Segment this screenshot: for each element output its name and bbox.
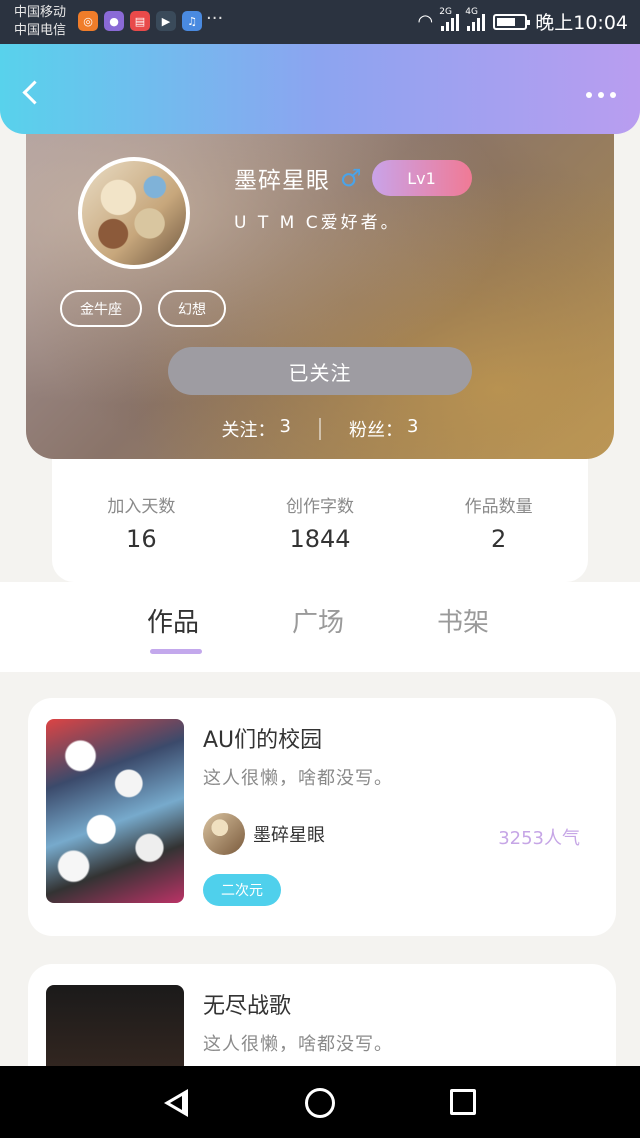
signal-icon-4g: 4G bbox=[465, 7, 486, 31]
fans-count: 3 bbox=[407, 416, 419, 437]
following-count: 3 bbox=[279, 416, 291, 437]
reader-app-icon: ▤ bbox=[130, 11, 150, 31]
follow-button[interactable]: 已关注 bbox=[168, 347, 472, 395]
work-description: 这人很懒，啥都没写。 bbox=[203, 1034, 393, 1055]
author-name[interactable]: 墨碎星眼 bbox=[253, 821, 325, 847]
tag-zodiac[interactable]: 金牛座 bbox=[60, 290, 142, 327]
tab-works[interactable]: 作品 bbox=[147, 602, 199, 639]
following-stat[interactable]: 关注： 3 bbox=[222, 416, 291, 442]
carrier-2: 中国电信 bbox=[14, 23, 67, 38]
carrier-info: 中国移动 中国电信 bbox=[14, 4, 66, 40]
genre-tag[interactable]: 二次元 bbox=[203, 874, 281, 906]
profile-page: 中国移动 中国电信 ◎ ● ▤ ▶ ♫ ··· ◠ 2G 4G 晚上10:04 bbox=[0, 0, 640, 1138]
net-type-4g: 4G bbox=[465, 6, 478, 17]
tab-square[interactable]: 广场 bbox=[292, 602, 344, 639]
profile-hero: 墨碎星眼 ♂ Lv1 U T M C爱好者。 金牛座 幻想 已关注 关注： 3 … bbox=[26, 110, 614, 459]
more-notifications-icon: ··· bbox=[206, 8, 224, 29]
browser-app-icon: ◎ bbox=[78, 11, 98, 31]
active-tab-indicator bbox=[150, 649, 202, 654]
work-cover-image[interactable] bbox=[46, 719, 184, 903]
name-row: 墨碎星眼 ♂ Lv1 bbox=[234, 160, 472, 196]
avatar[interactable] bbox=[78, 157, 190, 269]
notification-icons: ◎ ● ▤ ▶ ♫ bbox=[78, 11, 202, 31]
username: 墨碎星眼 bbox=[234, 168, 330, 194]
back-arrow-icon[interactable] bbox=[20, 80, 46, 106]
stat-works-count: 作品数量 2 bbox=[419, 492, 579, 582]
fans-label: 粉丝： bbox=[349, 420, 403, 441]
stat-label: 加入天数 bbox=[107, 497, 176, 517]
following-label: 关注： bbox=[221, 420, 276, 441]
author-row: 墨碎星眼 bbox=[203, 813, 325, 855]
status-indicators: ◠ 2G 4G 晚上10:04 bbox=[417, 7, 628, 35]
fans-stat[interactable]: 粉丝： 3 bbox=[349, 416, 418, 442]
wifi-icon: ◠ bbox=[417, 11, 434, 32]
author-avatar[interactable] bbox=[203, 813, 245, 855]
nav-back-icon[interactable] bbox=[164, 1089, 192, 1117]
level-badge: Lv1 bbox=[371, 160, 472, 196]
clock: 晚上10:04 bbox=[535, 12, 628, 34]
work-description: 这人很懒，啥都没写。 bbox=[203, 768, 393, 789]
tabs-bar: 作品 广场 书架 bbox=[0, 582, 640, 672]
stat-label: 作品数量 bbox=[464, 497, 533, 517]
follow-stats: 关注： 3 粉丝： 3 bbox=[26, 416, 614, 442]
stat-label: 创作字数 bbox=[285, 497, 354, 517]
signal-icon-2g: 2G bbox=[439, 7, 460, 31]
nav-recents-icon[interactable] bbox=[450, 1089, 476, 1115]
more-options-icon[interactable] bbox=[586, 92, 616, 98]
stat-word-count: 创作字数 1844 bbox=[240, 492, 400, 582]
stat-value: 1844 bbox=[289, 525, 351, 553]
stat-value: 16 bbox=[126, 525, 157, 553]
work-title[interactable]: AU们的校园 bbox=[203, 722, 322, 754]
tag-fantasy[interactable]: 幻想 bbox=[158, 290, 226, 327]
music-app-icon: ♫ bbox=[182, 11, 202, 31]
stat-value: 2 bbox=[491, 525, 507, 553]
net-type-2g: 2G bbox=[439, 6, 452, 17]
status-bar: 中国移动 中国电信 ◎ ● ▤ ▶ ♫ ··· ◠ 2G 4G 晚上10:04 bbox=[0, 0, 640, 44]
profile-tags: 金牛座 幻想 bbox=[60, 290, 226, 327]
tab-bookshelf[interactable]: 书架 bbox=[437, 602, 489, 639]
system-nav-bar bbox=[0, 1066, 640, 1138]
assistant-app-icon: ● bbox=[104, 11, 124, 31]
nav-home-icon[interactable] bbox=[305, 1088, 335, 1118]
stats-card: 加入天数 16 创作字数 1844 作品数量 2 bbox=[52, 440, 588, 582]
bio-text: U T M C爱好者。 bbox=[234, 213, 401, 233]
divider bbox=[319, 418, 321, 440]
top-header bbox=[0, 44, 640, 134]
stat-join-days: 加入天数 16 bbox=[61, 492, 221, 582]
battery-icon bbox=[493, 13, 531, 30]
video-app-icon: ▶ bbox=[156, 11, 176, 31]
male-gender-icon: ♂ bbox=[340, 164, 362, 192]
work-title[interactable]: 无尽战歌 bbox=[203, 988, 291, 1020]
work-card[interactable]: AU们的校园 这人很懒，啥都没写。 墨碎星眼 3253人气 二次元 bbox=[28, 698, 616, 936]
popularity-count: 3253人气 bbox=[498, 828, 580, 849]
carrier-1: 中国移动 bbox=[14, 5, 67, 20]
